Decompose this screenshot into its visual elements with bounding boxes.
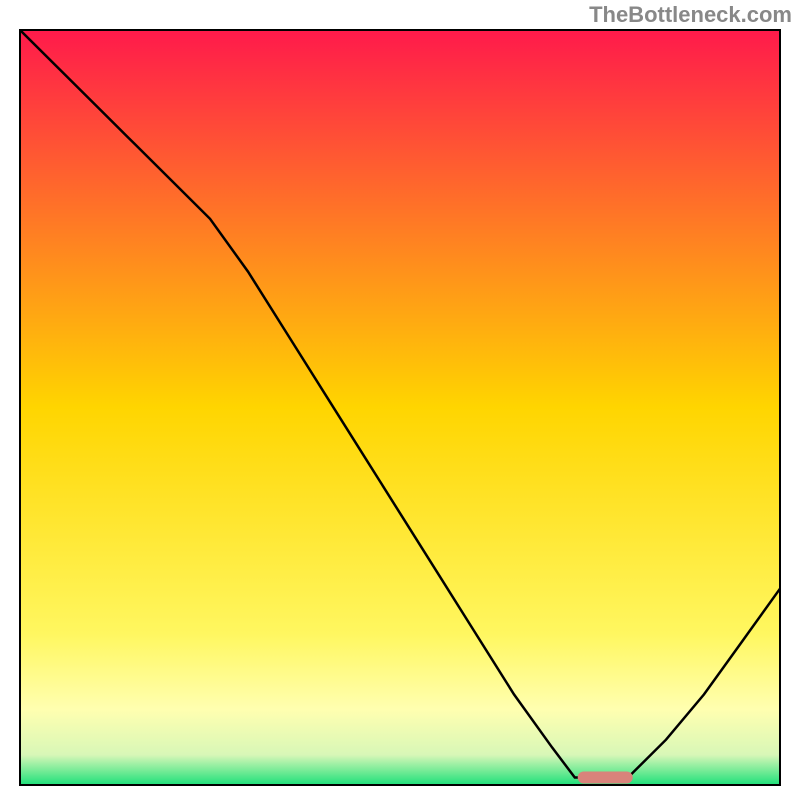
chart-svg [0, 0, 800, 800]
watermark-text: TheBottleneck.com [589, 2, 792, 28]
chart-container: { "watermark": "TheBottleneck.com", "cha… [0, 0, 800, 800]
optimum-marker [578, 771, 633, 783]
